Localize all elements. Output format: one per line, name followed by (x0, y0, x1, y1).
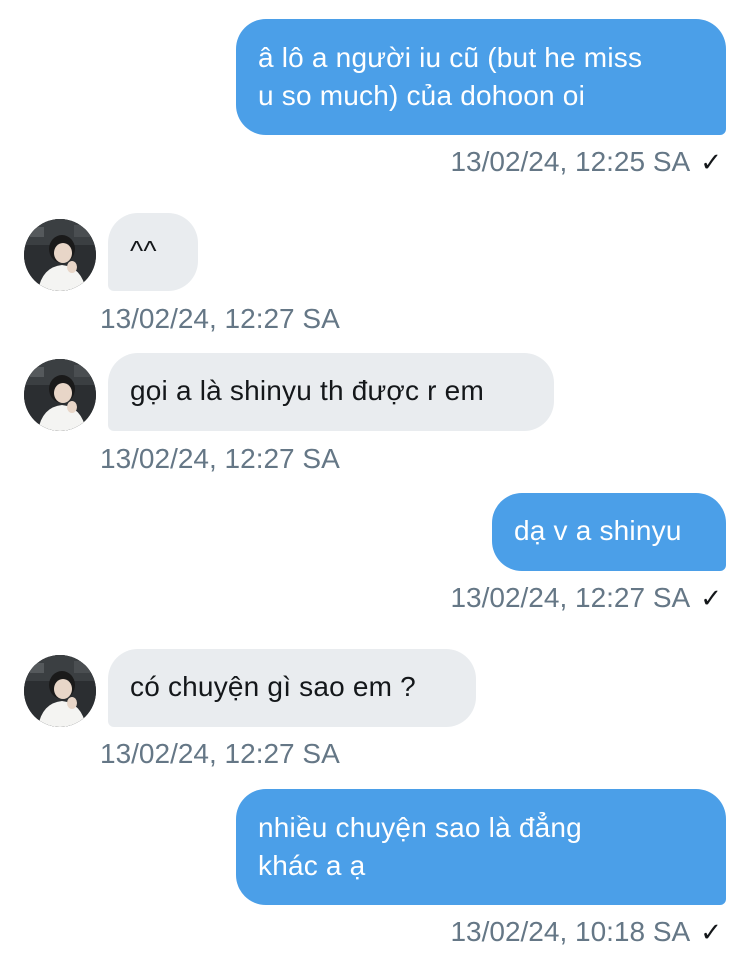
message-timestamp-row: 13/02/24, 12:25 SA ✓ (450, 145, 722, 179)
message-timestamp-row: 13/02/24, 12:27 SA ✓ (450, 581, 722, 615)
message-timestamp: 13/02/24, 12:27 SA (100, 443, 340, 474)
checkmark-icon: ✓ (700, 917, 722, 947)
message-text-line: dạ v a shinyu (514, 515, 682, 546)
message-timestamp: 13/02/24, 12:27 SA (100, 303, 340, 334)
checkmark-icon: ✓ (700, 147, 722, 177)
chat-thread: â lô a người iu cũ (but he miss u so muc… (0, 0, 750, 957)
message-timestamp: 13/02/24, 12:27 SA (450, 582, 691, 613)
outgoing-message-bubble[interactable]: nhiều chuyện sao là đẳng khác a ạ (236, 789, 726, 905)
message-text-line: u so much) của dohoon oi (258, 80, 586, 111)
incoming-message-bubble[interactable]: ^^ (108, 213, 198, 291)
message-text-line: gọi a là shinyu th được r em (130, 375, 484, 406)
message-text-line: nhiều chuyện sao là đẳng (258, 812, 582, 843)
message-text-line: ^^ (130, 235, 157, 266)
avatar[interactable] (24, 655, 96, 727)
checkmark-icon: ✓ (700, 583, 722, 613)
message-timestamp-row: 13/02/24, 10:18 SA ✓ (450, 915, 722, 949)
message-timestamp-row: 13/02/24, 12:27 SA (100, 302, 340, 336)
message-timestamp: 13/02/24, 12:25 SA (450, 146, 691, 177)
incoming-message-bubble[interactable]: gọi a là shinyu th được r em (108, 353, 554, 431)
message-timestamp-row: 13/02/24, 12:27 SA (100, 737, 340, 771)
message-text-line: có chuyện gì sao em ? (130, 671, 416, 702)
message-timestamp-row: 13/02/24, 12:27 SA (100, 442, 340, 476)
incoming-message-bubble[interactable]: có chuyện gì sao em ? (108, 649, 476, 727)
outgoing-message-bubble[interactable]: â lô a người iu cũ (but he miss u so muc… (236, 19, 726, 135)
avatar[interactable] (24, 359, 96, 431)
message-text-line: khác a ạ (258, 850, 366, 881)
outgoing-message-bubble[interactable]: dạ v a shinyu (492, 493, 726, 571)
message-text-line: â lô a người iu cũ (but he miss (258, 42, 643, 73)
message-timestamp: 13/02/24, 12:27 SA (100, 738, 340, 769)
avatar[interactable] (24, 219, 96, 291)
message-timestamp: 13/02/24, 10:18 SA (450, 916, 691, 947)
